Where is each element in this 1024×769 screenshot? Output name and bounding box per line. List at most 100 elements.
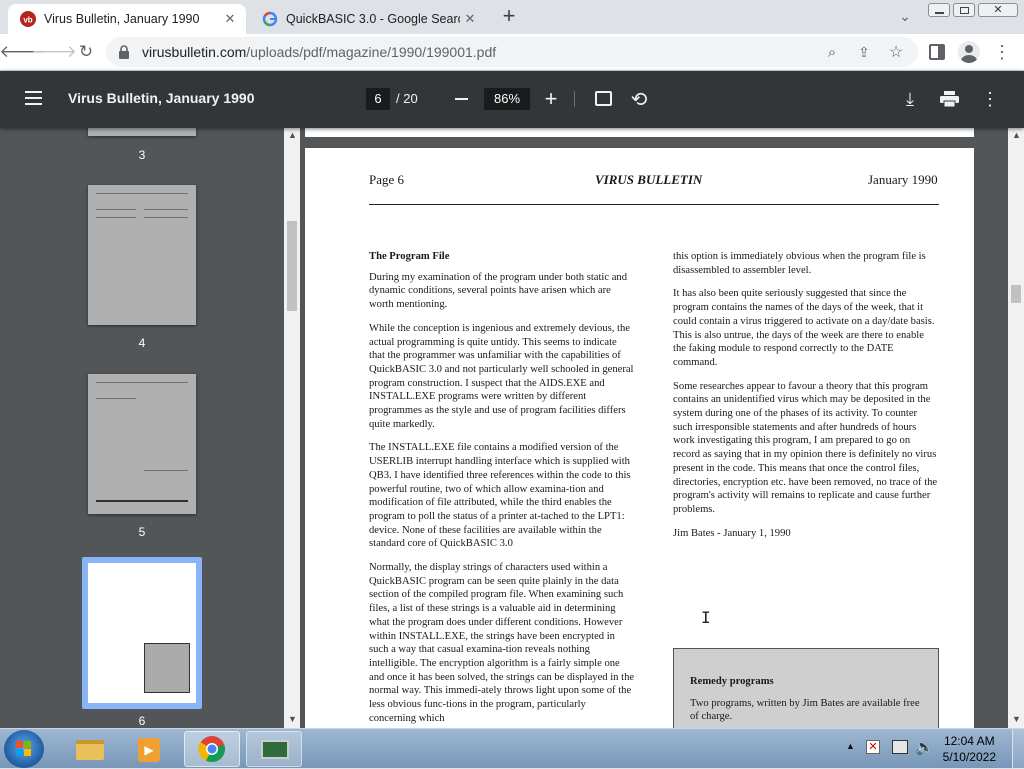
clock-time: 12:04 AM [943, 734, 995, 748]
thumbnail-page-6 [88, 563, 196, 703]
media-player-taskbar-button[interactable]: ▶ [122, 731, 178, 767]
scroll-up-arrow[interactable]: ▲ [1012, 130, 1021, 140]
thumb-text-line [96, 382, 188, 383]
new-tab-button[interactable]: + [495, 2, 523, 30]
logo-blue [16, 749, 23, 756]
thumbnail-page-5[interactable] [88, 374, 196, 514]
toolbar-divider [574, 91, 575, 107]
windows-logo-icon [16, 741, 32, 757]
thumb-text-line [144, 209, 188, 210]
tab-title: QuickBASIC 3.0 - Google Search [286, 12, 460, 26]
explorer-taskbar-button[interactable] [62, 731, 118, 767]
media-player-icon: ▶ [138, 738, 160, 762]
paragraph: The INSTALL.EXE file contains a modified… [369, 442, 631, 550]
thumb-text-line [96, 209, 136, 210]
network-icon[interactable] [892, 740, 908, 754]
previous-page-edge [305, 128, 974, 137]
network-app-taskbar-button[interactable] [246, 731, 302, 767]
zoom-out-button[interactable] [455, 98, 468, 100]
zoom-lens-icon[interactable]: ⌕ [818, 38, 846, 66]
chrome-menu-icon[interactable]: ⋮ [988, 38, 1016, 66]
viewer-scroll-thumb[interactable] [1011, 285, 1021, 303]
rotate-icon[interactable]: ⟲ [626, 86, 652, 112]
bookmark-star-icon[interactable]: ☆ [882, 38, 910, 66]
tab-title: Virus Bulletin, January 1990 [44, 12, 200, 26]
chrome-icon [198, 736, 225, 763]
tab-search-chevron-icon[interactable]: ⌄ [891, 2, 919, 30]
scroll-down-arrow[interactable]: ▼ [1012, 714, 1021, 724]
thumbnail-label: 6 [138, 714, 146, 728]
scroll-down-arrow[interactable]: ▼ [288, 714, 297, 724]
address-bar[interactable]: virusbulletin.com/uploads/pdf/magazine/1… [106, 37, 918, 67]
remedy-box: Remedy programs Two programs, written by… [673, 648, 939, 728]
zoom-input[interactable]: 86% [484, 88, 530, 110]
restore-button[interactable] [953, 3, 975, 17]
tab-google-search[interactable]: QuickBASIC 3.0 - Google Search ✕ [250, 4, 486, 34]
remedy-title: Remedy programs [690, 676, 774, 687]
thumb-text-line [144, 470, 188, 471]
avatar-body [961, 55, 977, 63]
tab-virus-bulletin[interactable]: vb Virus Bulletin, January 1990 ✕ [8, 4, 246, 34]
chrome-taskbar-button[interactable] [184, 731, 240, 767]
thumb-text-line [96, 398, 136, 399]
page-total: / 20 [396, 91, 418, 106]
action-center-flag-icon[interactable]: ✕ [866, 740, 880, 754]
print-icon[interactable] [940, 91, 959, 107]
browser-toolbar: 🡐 🡒 ↻ virusbulletin.com/uploads/pdf/maga… [0, 34, 1024, 71]
close-icon[interactable]: ✕ [460, 11, 480, 27]
logo-green [24, 741, 31, 748]
thumb-text-line [96, 217, 136, 218]
clock-date: 5/10/2022 [942, 750, 996, 764]
start-button[interactable] [4, 730, 44, 768]
thumbnail-page-3[interactable] [88, 128, 196, 136]
monitor-icon [261, 740, 289, 759]
left-column: The Program File During my examination o… [369, 250, 635, 728]
system-clock[interactable]: 12:04 AM 5/10/2022 [943, 733, 996, 765]
thumbnail-label: 3 [138, 148, 146, 162]
url-path: /uploads/pdf/magazine/1990/199001.pdf [246, 44, 497, 60]
page-number-input[interactable]: 6 [366, 88, 390, 110]
paragraph: Normally, the display strings of charact… [369, 562, 635, 724]
avatar-head [965, 45, 973, 53]
paragraph: Some researches appear to favour a theor… [673, 380, 938, 515]
side-panel-icon[interactable] [929, 44, 945, 60]
volume-icon[interactable]: 🔈 [915, 738, 934, 756]
taskbar: ▶ ▲ ✕ 🔈 12:04 AM 5/10/2022 [0, 728, 1024, 769]
paragraph: this option is immediately obvious when … [673, 251, 926, 276]
remedy-text: Two programs, written by Jim Bates are a… [690, 697, 920, 723]
thumbnail-page-6-selected[interactable] [82, 557, 202, 709]
header-rule [369, 204, 939, 205]
fit-page-icon[interactable] [595, 91, 612, 106]
remedy-box-content: Remedy programs Two programs, written by… [690, 675, 924, 724]
lock-icon [119, 45, 129, 59]
minimize-button[interactable] [928, 3, 950, 17]
zoom-in-button[interactable]: + [538, 86, 564, 112]
viewer-scrollbar[interactable]: ▲ ▼ [1008, 128, 1024, 728]
logo-yellow [24, 749, 31, 756]
profile-avatar-icon[interactable] [958, 41, 980, 63]
paragraph: While the conception is ingenious and ex… [369, 322, 634, 430]
url-host: virusbulletin.com [142, 44, 247, 60]
hamburger-menu-icon[interactable] [25, 91, 42, 105]
tab-strip: vb Virus Bulletin, January 1990 ✕ QuickB… [0, 0, 1024, 34]
forward-button[interactable]: 🡒 [31, 38, 77, 66]
close-icon[interactable]: ✕ [220, 11, 240, 27]
thumbnail-sidebar: 3 4 5 6 [0, 128, 284, 728]
google-icon [262, 11, 278, 27]
pdf-title: Virus Bulletin, January 1990 [68, 90, 255, 106]
side-panel-divider [938, 46, 943, 58]
pdf-toolbar: Virus Bulletin, January 1990 6 / 20 86% … [0, 71, 1024, 128]
share-icon[interactable]: ⇪ [850, 38, 878, 66]
pdf-more-icon[interactable]: ⋮ [977, 86, 1003, 112]
thumbnail-page-4[interactable] [88, 185, 196, 325]
close-window-button[interactable]: ✕ [978, 3, 1018, 17]
download-icon[interactable]: ⤓ [897, 86, 923, 112]
pdf-viewer: Page 6 VIRUS BULLETIN January 1990 The P… [300, 128, 1008, 728]
scroll-up-arrow[interactable]: ▲ [288, 130, 297, 140]
reload-button[interactable]: ↻ [72, 38, 100, 66]
show-desktop-button[interactable] [1012, 729, 1024, 769]
sidebar-scrollbar[interactable]: ▲ ▼ [284, 128, 300, 728]
show-hidden-icons-arrow[interactable]: ▲ [846, 741, 855, 751]
restore-icon [960, 7, 969, 14]
sidebar-scroll-thumb[interactable] [287, 221, 297, 311]
